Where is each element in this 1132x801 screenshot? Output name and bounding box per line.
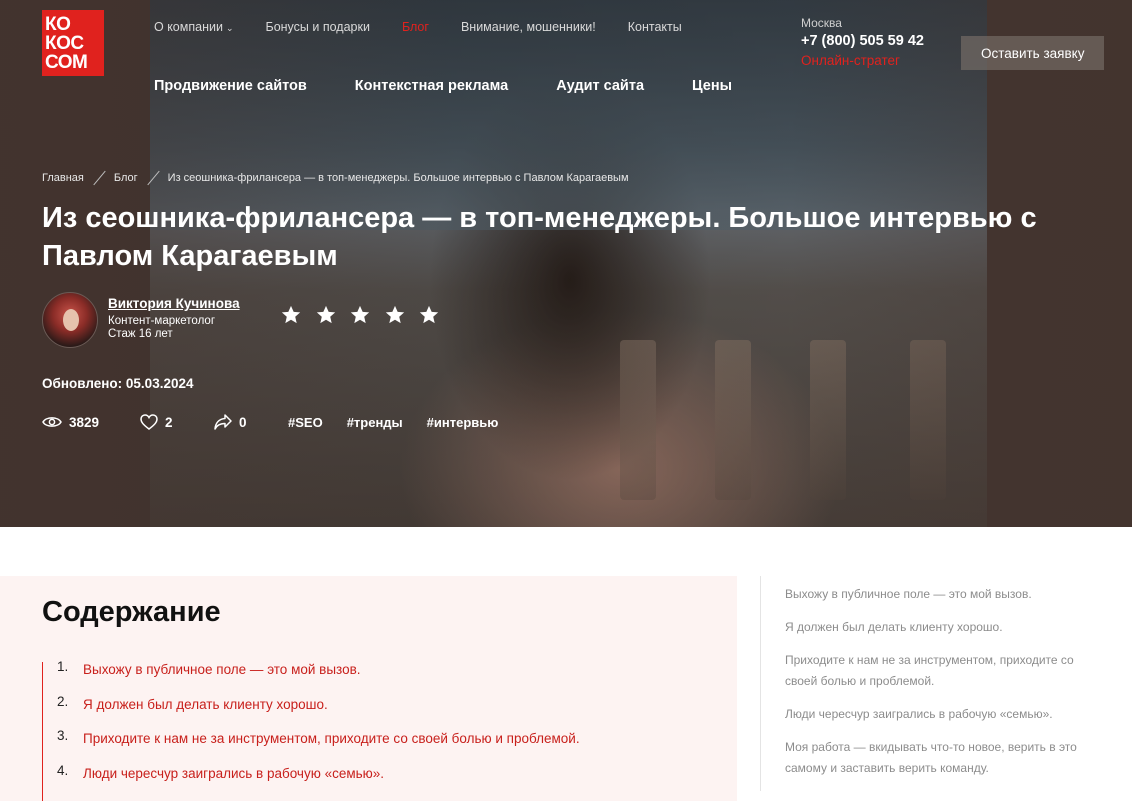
breadcrumb-separator	[91, 170, 107, 186]
leave-request-button[interactable]: Оставить заявку	[961, 36, 1105, 70]
online-strategist-link[interactable]: Онлайн-стратег	[801, 53, 924, 68]
share-icon	[214, 414, 232, 430]
sidebar-toc-item[interactable]: Люди чересчур заигрались в рабочую «семь…	[785, 704, 1090, 725]
like-button[interactable]: 2	[140, 414, 214, 430]
sidebar-toc-item[interactable]: Выхожу в публичное поле — это мой вызов.	[785, 584, 1090, 605]
tag-seo[interactable]: #SEO	[288, 415, 323, 430]
sidebar-toc: Выхожу в публичное поле — это мой вызов.…	[760, 576, 1132, 791]
nav-link-blog[interactable]: Блог	[402, 20, 429, 34]
logo[interactable]: КО КОС СОМ	[42, 10, 104, 76]
breadcrumb: Главная Блог Из сеошника-фрилансера — в …	[42, 170, 629, 186]
toc-link[interactable]: Приходите к нам не за инструментом, прих…	[83, 731, 580, 749]
rating-stars	[280, 304, 453, 326]
table-of-contents: Содержание 1. Выхожу в публичное поле — …	[0, 576, 737, 801]
list-item: 3. Приходите к нам не за инструментом, п…	[57, 728, 580, 749]
star-icon[interactable]	[384, 304, 406, 326]
sidebar-toc-item[interactable]: Моя работа — вкидывать что-то новое, вер…	[785, 737, 1090, 779]
chevron-down-icon: ⌄	[225, 23, 234, 33]
author-card: Виктория Кучинова Контент-маркетолог Ста…	[42, 292, 240, 348]
tag-interview[interactable]: #интервью	[427, 415, 499, 430]
page-title: Из сеошника-фрилансера — в топ-менеджеры…	[42, 202, 1037, 272]
sidebar-toc-item[interactable]: Я должен был делать клиенту хорошо.	[785, 617, 1090, 638]
nav-link-fraud-warning[interactable]: Внимание, мошенники!	[461, 20, 596, 34]
author-role: Контент-маркетолог	[108, 315, 216, 327]
contact-block: Москва +7 (800) 505 59 42 Онлайн-стратег	[801, 16, 924, 68]
avatar	[42, 292, 98, 348]
star-icon[interactable]	[315, 304, 337, 326]
nav-link-context-ads[interactable]: Контекстная реклама	[355, 78, 508, 94]
breadcrumb-blog[interactable]: Блог	[114, 172, 138, 184]
tag-trends[interactable]: #тренды	[347, 415, 403, 430]
nav-link-site-audit[interactable]: Аудит сайта	[556, 78, 644, 94]
toc-link[interactable]: Я должен был делать клиенту хорошо.	[83, 697, 328, 715]
star-icon[interactable]	[349, 304, 371, 326]
breadcrumb-home[interactable]: Главная	[42, 172, 84, 184]
share-button[interactable]: 0	[214, 414, 288, 430]
nav-link-bonuses[interactable]: Бонусы и подарки	[266, 20, 370, 34]
hero-section: КО КОС СОМ О компании ⌄ Бонусы и подарки …	[0, 0, 1132, 527]
updated-date: Обновлено: 05.03.2024	[42, 376, 194, 391]
nav-link-prices[interactable]: Цены	[692, 78, 732, 94]
star-icon[interactable]	[418, 304, 440, 326]
toc-link[interactable]: Выхожу в публичное поле — это мой вызов.	[83, 662, 361, 680]
toc-title: Содержание	[42, 596, 221, 628]
list-item: 2. Я должен был делать клиенту хорошо.	[57, 694, 580, 715]
heart-icon	[140, 414, 158, 430]
sidebar-toc-item[interactable]: Приходите к нам не за инструментом, прих…	[785, 650, 1090, 692]
tag-list: #SEO #тренды #интервью	[288, 415, 522, 430]
star-icon[interactable]	[280, 304, 302, 326]
nav-link-contacts[interactable]: Контакты	[628, 20, 682, 34]
city-label: Москва	[801, 16, 842, 30]
author-name-link[interactable]: Виктория Кучинова	[108, 296, 240, 311]
breadcrumb-current: Из сеошника-фрилансера — в топ-менеджеры…	[167, 172, 629, 184]
eye-icon	[42, 417, 62, 427]
list-item: 4. Люди чересчур заигрались в рабочую «с…	[57, 763, 580, 784]
main-nav: Продвижение сайтов Контекстная реклама А…	[154, 78, 780, 94]
list-item: 1. Выхожу в публичное поле — это мой выз…	[57, 659, 580, 680]
toc-link[interactable]: Люди чересчур заигрались в рабочую «семь…	[83, 766, 384, 784]
top-nav: О компании ⌄ Бонусы и подарки Блог Вниман…	[154, 20, 714, 34]
phone-link[interactable]: +7 (800) 505 59 42	[801, 33, 924, 49]
breadcrumb-separator	[145, 170, 161, 186]
nav-link-about[interactable]: О компании ⌄	[154, 20, 234, 34]
toc-list: 1. Выхожу в публичное поле — это мой выз…	[42, 659, 580, 801]
author-experience: Стаж 16 лет	[108, 328, 173, 340]
article-stats: 3829 2 0 #SEO #тренды #интервью	[42, 414, 522, 430]
views-counter: 3829	[42, 415, 140, 430]
nav-link-seo[interactable]: Продвижение сайтов	[154, 78, 307, 94]
